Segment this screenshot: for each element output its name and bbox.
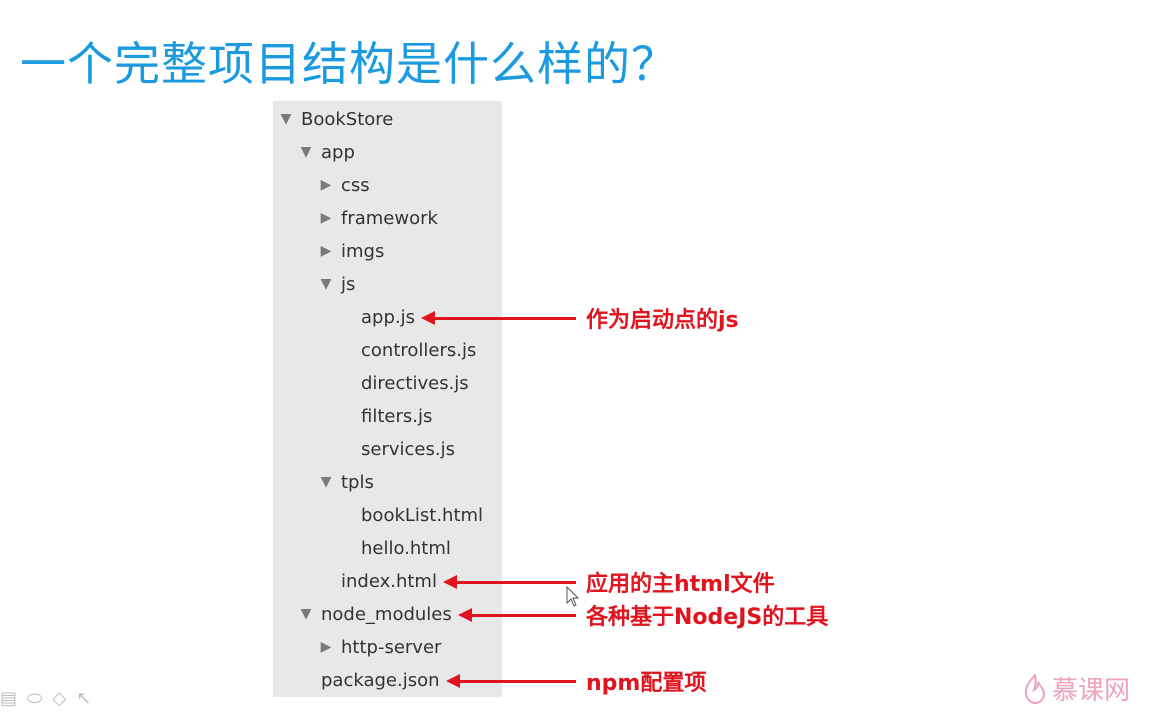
- expand-arrow-icon[interactable]: ▼: [299, 136, 313, 169]
- tree-item-label: index.html: [341, 571, 437, 592]
- annotation-text: 应用的主html文件: [586, 572, 775, 597]
- tree-item[interactable]: bookList.html: [361, 499, 483, 532]
- arrow-icon: [421, 310, 576, 325]
- tree-item-label: package.json: [321, 670, 440, 691]
- tree-item[interactable]: ▼ app: [299, 136, 355, 169]
- mouse-cursor-icon: [566, 586, 580, 607]
- tree-item[interactable]: ▶ http-server: [319, 631, 442, 664]
- tree-item[interactable]: ▶ imgs: [319, 235, 385, 268]
- annotation: 作为启动点的js: [421, 303, 739, 333]
- tree-item[interactable]: controllers.js: [361, 334, 476, 367]
- tree-item-label: imgs: [341, 241, 385, 262]
- expand-arrow-icon[interactable]: ▼: [299, 598, 313, 631]
- pointer-icon[interactable]: ↖: [76, 688, 91, 709]
- brand-logo: 慕课网: [1024, 670, 1130, 707]
- tree-item-label: css: [341, 175, 370, 196]
- collapse-arrow-icon[interactable]: ▶: [319, 202, 333, 235]
- pen-icon[interactable]: ⬭: [27, 688, 42, 709]
- arrow-icon: [458, 607, 576, 622]
- tree-item-label: js: [341, 274, 356, 295]
- collapse-arrow-icon[interactable]: ▶: [319, 631, 333, 664]
- tree-item[interactable]: directives.js: [361, 367, 469, 400]
- annotation-text: 各种基于NodeJS的工具: [586, 605, 829, 630]
- expand-arrow-icon[interactable]: ▼: [279, 103, 293, 136]
- tree-item-label: app: [321, 142, 355, 163]
- eraser-icon[interactable]: ◇: [52, 688, 66, 709]
- expand-arrow-icon[interactable]: ▼: [319, 268, 333, 301]
- collapse-arrow-icon[interactable]: ▶: [319, 235, 333, 268]
- tree-item-label: BookStore: [301, 109, 394, 130]
- tree-item[interactable]: ▼ js: [319, 268, 356, 301]
- annotation: npm配置项: [446, 666, 707, 696]
- arrow-icon: [443, 574, 576, 589]
- tree-item[interactable]: filters.js: [361, 400, 432, 433]
- expand-arrow-icon[interactable]: ▼: [319, 466, 333, 499]
- tree-item-label: bookList.html: [361, 505, 484, 526]
- tree-item[interactable]: ▼ node_modules: [299, 598, 452, 631]
- tree-item-label: node_modules: [321, 604, 452, 625]
- tree-item-label: filters.js: [361, 406, 433, 427]
- tree-item[interactable]: package.json: [321, 664, 440, 697]
- collapse-arrow-icon[interactable]: ▶: [319, 169, 333, 202]
- tree-item-label: services.js: [361, 439, 455, 460]
- tree-item[interactable]: index.html: [341, 565, 437, 598]
- tree-item[interactable]: services.js: [361, 433, 455, 466]
- annotation-text: 作为启动点的js: [586, 308, 739, 333]
- annotation: 各种基于NodeJS的工具: [458, 600, 829, 630]
- tree-item-label: http-server: [341, 637, 442, 658]
- tree-item[interactable]: ▶ css: [319, 169, 370, 202]
- tree-item-label: framework: [341, 208, 438, 229]
- tree-item[interactable]: ▼ tpls: [319, 466, 374, 499]
- tree-item-label: tpls: [341, 472, 374, 493]
- tree-item[interactable]: app.js: [361, 301, 415, 334]
- tree-item[interactable]: hello.html: [361, 532, 451, 565]
- tree-item-label: app.js: [361, 307, 415, 328]
- tree-item-label: controllers.js: [361, 340, 477, 361]
- annotation: 应用的主html文件: [443, 567, 775, 597]
- page-title: 一个完整项目结构是什么样的？: [20, 37, 678, 91]
- tree-item[interactable]: ▼ BookStore: [279, 103, 394, 136]
- presentation-toolbar: ▤ ⬭ ◇ ↖: [0, 688, 91, 709]
- flame-icon: [1024, 673, 1046, 704]
- arrow-icon: [446, 673, 576, 688]
- tree-item-label: hello.html: [361, 538, 451, 559]
- annotation-text: npm配置项: [586, 671, 707, 696]
- tree-item-label: directives.js: [361, 373, 469, 394]
- slide-icon[interactable]: ▤: [0, 688, 17, 709]
- logo-text: 慕课网: [1052, 676, 1131, 706]
- tree-item[interactable]: ▶ framework: [319, 202, 438, 235]
